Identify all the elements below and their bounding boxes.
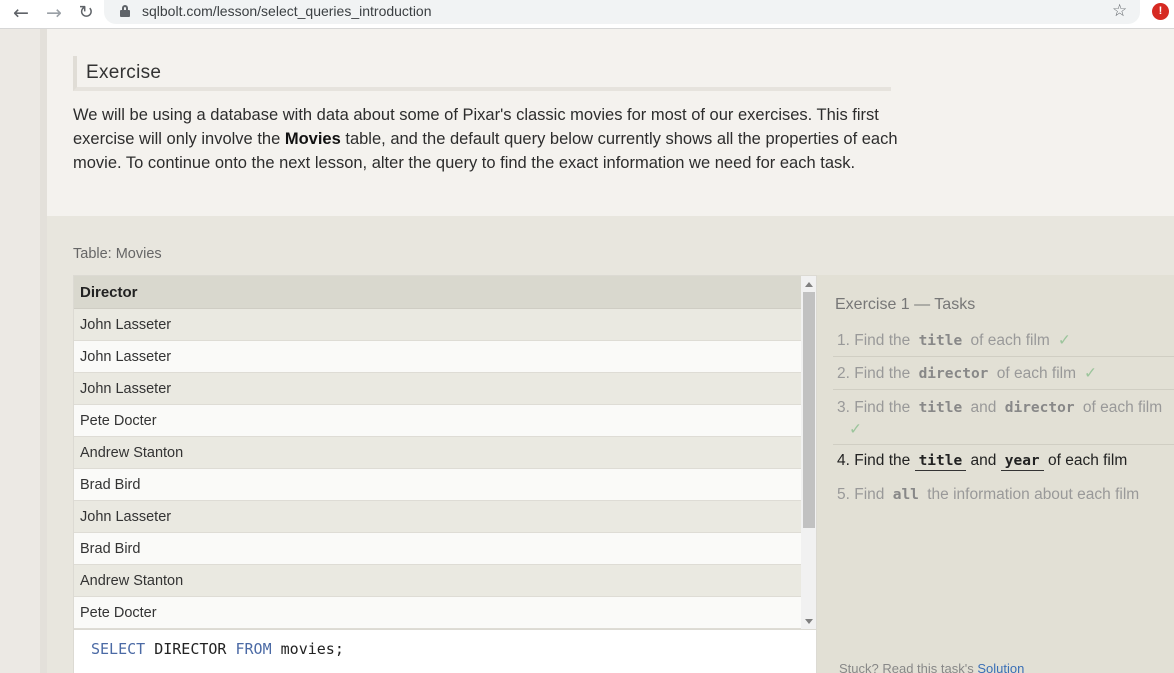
- checkmark-icon: ✓: [1057, 332, 1071, 349]
- intro-bold-movies: Movies: [284, 130, 341, 148]
- table-cell: Pete Docter: [80, 605, 157, 621]
- task-divider: [833, 444, 1174, 445]
- table-cell: Andrew Stanton: [80, 573, 184, 589]
- sql-query-editor[interactable]: SELECT DIRECTOR FROM movies;: [73, 630, 817, 673]
- url-text[interactable]: sqlbolt.com/lesson/select_queries_introd…: [142, 3, 432, 19]
- reload-icon[interactable]: ↻: [74, 2, 98, 24]
- sql-table: movies;: [271, 640, 344, 658]
- forward-arrow-icon[interactable]: →: [42, 2, 66, 24]
- table-row: Brad Bird: [74, 469, 801, 501]
- task-text: of each film: [970, 332, 1050, 349]
- table-row: Andrew Stanton: [74, 437, 801, 469]
- task-text: and: [970, 452, 997, 469]
- task-item-2: 2. Find the director of each film ✓: [837, 364, 1174, 383]
- table-row: John Lasseter: [74, 309, 801, 341]
- task-code: year: [1000, 453, 1044, 471]
- task-text: of each film: [1047, 452, 1128, 469]
- table-row: John Lasseter: [74, 373, 801, 405]
- sql-query-text[interactable]: SELECT DIRECTOR FROM movies;: [91, 640, 344, 658]
- column-header-director: Director: [80, 284, 138, 301]
- task-code: director: [918, 366, 989, 382]
- task-code: director: [1004, 400, 1075, 416]
- scroll-thumb[interactable]: [803, 292, 815, 528]
- table-cell: Brad Bird: [80, 541, 141, 557]
- checkmark-icon: ✓: [1084, 365, 1097, 382]
- task-number: 4.: [837, 452, 850, 469]
- results-table: Director John Lasseter John Lasseter Joh…: [73, 275, 817, 630]
- task-item-4-current: 4. Find the title and year of each film: [837, 452, 1174, 471]
- table-cell: John Lasseter: [80, 317, 172, 333]
- sql-keyword-from: FROM: [235, 640, 272, 658]
- address-bar[interactable]: sqlbolt.com/lesson/select_queries_introd…: [104, 0, 1140, 24]
- task-text: Find the: [854, 399, 911, 416]
- table-row: Andrew Stanton: [74, 565, 801, 597]
- stuck-hint: Stuck? Read this task's Solution: [839, 661, 1024, 673]
- task-text: Find the: [854, 365, 911, 382]
- task-divider: [833, 356, 1174, 357]
- table-cell: John Lasseter: [80, 381, 172, 397]
- table-header: Director: [74, 276, 801, 309]
- table-row: John Lasseter: [74, 501, 801, 533]
- task-item-5: 5. Find all the information about each f…: [837, 486, 1174, 504]
- sql-column: DIRECTOR: [145, 640, 236, 658]
- lesson-page: Exercise We will be using a database wit…: [47, 29, 1174, 673]
- table-row: Pete Docter: [74, 405, 801, 437]
- solution-link[interactable]: Solution: [977, 661, 1024, 673]
- tasks-title: Exercise 1 — Tasks: [835, 296, 976, 313]
- table-row: Pete Docter: [74, 597, 801, 629]
- tasks-panel: Exercise 1 — Tasks 1. Find the title of …: [817, 275, 1174, 673]
- task-text: the information about each film: [927, 486, 1140, 503]
- task-divider: [833, 389, 1174, 390]
- task-number: 5.: [837, 486, 850, 503]
- scroll-down-arrow-icon[interactable]: [805, 619, 813, 624]
- task-text: Find: [854, 486, 885, 503]
- task-item-1: 1. Find the title of each film ✓: [837, 331, 1174, 350]
- task-number: 1.: [837, 332, 850, 349]
- table-cell: Brad Bird: [80, 477, 141, 493]
- lock-icon[interactable]: [120, 5, 130, 17]
- task-code: title: [914, 453, 967, 471]
- sql-keyword-select: SELECT: [91, 640, 146, 658]
- back-arrow-icon[interactable]: ←: [9, 2, 33, 24]
- exercise-widget: Table: Movies Director John Lasseter Joh…: [47, 216, 1174, 673]
- table-row: John Lasseter: [74, 341, 801, 373]
- table-caption: Table: Movies: [73, 246, 162, 262]
- results-scrollbar[interactable]: [801, 276, 816, 629]
- task-text: Find the: [854, 332, 911, 349]
- task-text: of each film: [996, 365, 1076, 382]
- task-text: and: [970, 399, 997, 416]
- task-code: all: [892, 487, 919, 503]
- task-number: 3.: [837, 399, 850, 416]
- task-number: 2.: [837, 365, 850, 382]
- table-row: Brad Bird: [74, 533, 801, 565]
- page-gutter: [40, 29, 47, 673]
- task-text: Find the: [854, 452, 911, 469]
- exercise-heading-box: Exercise: [73, 56, 891, 91]
- stuck-text: Stuck? Read this task's: [839, 661, 978, 673]
- table-cell: John Lasseter: [80, 509, 172, 525]
- task-code: title: [918, 333, 963, 349]
- extension-icon[interactable]: !: [1152, 3, 1169, 20]
- table-cell: Pete Docter: [80, 413, 157, 429]
- bookmark-star-icon[interactable]: ☆: [1112, 1, 1127, 21]
- table-cell: John Lasseter: [80, 349, 172, 365]
- task-text: of each film: [1082, 399, 1163, 416]
- table-cell: Andrew Stanton: [80, 445, 184, 461]
- exercise-heading: Exercise: [86, 62, 162, 83]
- browser-toolbar: ← → ↻ sqlbolt.com/lesson/select_queries_…: [0, 0, 1174, 29]
- checkmark-icon: ✓: [849, 421, 862, 438]
- task-code: title: [918, 400, 963, 416]
- task-item-3: 3. Find the title and director of each f…: [837, 397, 1174, 441]
- scroll-up-arrow-icon[interactable]: [805, 282, 813, 287]
- exercise-intro: We will be using a database with data ab…: [73, 103, 903, 175]
